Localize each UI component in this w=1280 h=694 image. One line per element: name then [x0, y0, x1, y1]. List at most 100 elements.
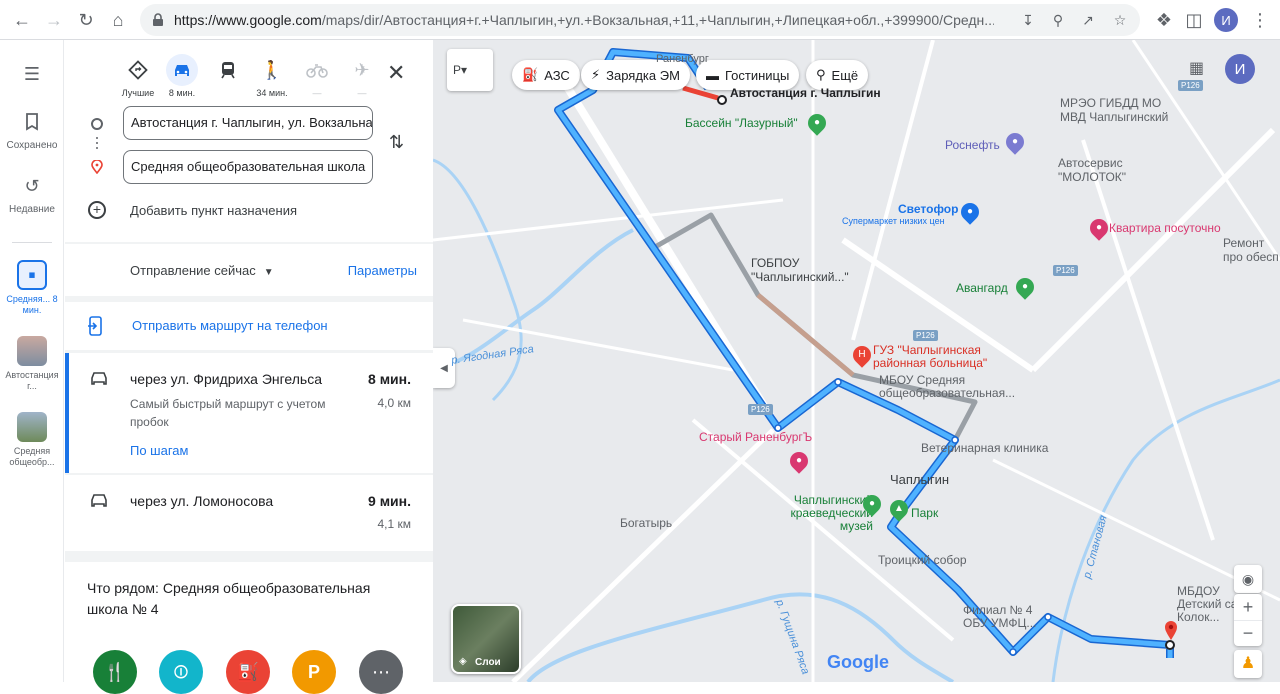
map-label-rosneft[interactable]: Роснефть: [945, 138, 1000, 152]
store-pin-icon[interactable]: ●: [1012, 274, 1038, 300]
parking-icon[interactable]: P: [292, 650, 336, 694]
place-thumbnail: [17, 412, 47, 442]
route-dots-icon: [96, 137, 98, 139]
map-label-hospital[interactable]: ГУЗ "Чаплыгинская районная больница": [873, 344, 1013, 370]
map-label-bogatyr[interactable]: Богатырь: [620, 516, 672, 530]
origin-circle-icon: [91, 118, 103, 130]
map-label-mreo[interactable]: МРЭО ГИБДД МО МВД Чаплыгинский: [1060, 96, 1180, 124]
sidepanel-icon[interactable]: ◫: [1182, 8, 1206, 32]
map-label-gobpou[interactable]: ГОБПОУ "Чаплыгинский...": [751, 256, 849, 284]
layers-label: Слои: [475, 657, 501, 668]
map-label-avangard[interactable]: Авангард: [956, 281, 1008, 295]
mode-car[interactable]: 8 мин.: [160, 54, 204, 98]
map-label-stary[interactable]: Старый РаненбургЪ: [699, 430, 812, 444]
map-label-pool[interactable]: Бассейн "Лазурный": [685, 116, 798, 130]
share-icon[interactable]: ↗: [1080, 12, 1096, 28]
params-link[interactable]: Параметры: [348, 263, 417, 278]
input-tools-button[interactable]: Р▾: [447, 49, 493, 91]
send-to-phone-link[interactable]: Отправить маршрут на телефон: [132, 318, 328, 333]
lodging-pin-icon[interactable]: ●: [1086, 215, 1112, 241]
route-title: через ул. Фридриха Энгельса: [130, 371, 323, 387]
home-icon[interactable]: ⌂: [106, 8, 130, 32]
route-option-2[interactable]: через ул. Ломоносова 9 мин. 4,1 км: [65, 475, 433, 551]
pool-pin-icon[interactable]: ●: [804, 110, 830, 136]
map-label-busstation[interactable]: Автостанция г. Чаплыгин: [730, 87, 881, 100]
map-label-mbou[interactable]: МБОУ Средняя общеобразовательная...: [879, 374, 1029, 400]
send-to-phone-card[interactable]: Отправить маршрут на телефон: [65, 302, 433, 350]
map-label-remont[interactable]: Ремонт про обесп: [1223, 236, 1280, 264]
zoom-in-icon[interactable]: +: [1234, 594, 1262, 620]
hospital-pin-icon[interactable]: H: [849, 342, 875, 368]
install-icon[interactable]: ↧: [1020, 12, 1036, 28]
map-label-vet[interactable]: Ветеринарная клиника: [921, 441, 1048, 455]
pegman-icon[interactable]: ♟: [1234, 650, 1262, 678]
history-item-busstation[interactable]: Автостанция г...: [0, 336, 64, 392]
map-label-filial[interactable]: Филиал № 4 ОБУ УМФЦ...: [963, 604, 1043, 630]
route-distance: 4,0 км: [377, 396, 411, 410]
reload-icon[interactable]: ↻: [74, 8, 98, 32]
restaurant-icon[interactable]: 🍴: [93, 650, 137, 694]
origin-input[interactable]: Автостанция г. Чаплыгин, ул. Вокзальная: [123, 106, 373, 140]
history-item-route[interactable]: ⏹ Средняя... 8 мин.: [0, 260, 64, 316]
route-steps-link[interactable]: По шагам: [130, 443, 188, 458]
bookmark-star-icon[interactable]: ☆: [1112, 12, 1128, 28]
search-icon: ⚲: [816, 67, 826, 82]
road-shield-r126: Р126: [748, 404, 773, 415]
map-canvas[interactable]: Р▾ ⛽ АЗС ⚡ Зарядка ЭМ ▬ Гостиницы ⚲ Ещё ▦ И …: [433, 40, 1280, 682]
address-bar[interactable]: https://www.google.com/maps/dir/Автостан…: [140, 4, 1140, 36]
layers-button[interactable]: ◈ Слои: [451, 604, 521, 674]
chip-gas[interactable]: ⛽ АЗС: [512, 60, 580, 90]
history-item-school[interactable]: Средняя общеобр...: [0, 412, 64, 468]
car-icon: ⏹: [17, 260, 47, 290]
destination-marker-icon[interactable]: [1164, 620, 1178, 645]
zoom-out-icon[interactable]: −: [1234, 620, 1262, 646]
directions-search-card: Лучшие 8 мин. 🚶 34 мин. — ✈ — ✕ Автостан…: [65, 40, 433, 242]
apps-grid-icon[interactable]: ▦: [1189, 58, 1204, 78]
destination-pin-icon: [91, 159, 103, 179]
car-icon: [166, 54, 198, 86]
map-label-autoservice[interactable]: Автосервис "МОЛОТОК": [1058, 156, 1138, 184]
shop-pin-icon[interactable]: ●: [957, 199, 983, 225]
mode-bike[interactable]: —: [295, 54, 339, 98]
menu-kebab-icon[interactable]: ⋮: [1248, 8, 1272, 32]
mode-best[interactable]: Лучшие: [116, 54, 160, 98]
swap-icon[interactable]: ⇅: [389, 132, 404, 153]
gas-station-icon[interactable]: ⛽: [226, 650, 270, 694]
forward-icon[interactable]: →: [42, 8, 66, 32]
hotel-pin-icon[interactable]: ●: [786, 448, 812, 474]
map-label-museum[interactable]: Чаплыгинский краеведческий музей: [763, 494, 873, 533]
mode-transit[interactable]: [206, 54, 250, 88]
depart-time-dropdown[interactable]: Отправление сейчас ▼: [130, 263, 274, 278]
lock-icon: [153, 13, 163, 26]
my-location-icon[interactable]: ◉: [1234, 565, 1262, 593]
recent-button[interactable]: ↺ Недавние: [0, 174, 64, 216]
extensions-icon[interactable]: ❖: [1152, 8, 1176, 32]
hotel-icon[interactable]: ⏼: [159, 650, 203, 694]
hamburger-icon: ☰: [23, 63, 41, 84]
destination-input[interactable]: Средняя общеобразовательная школа: [123, 150, 373, 184]
mode-flight[interactable]: ✈ —: [340, 54, 384, 99]
layers-icon: ◈: [459, 656, 467, 667]
map-label-troitsky[interactable]: Троицкий собор: [878, 553, 967, 567]
back-icon[interactable]: ←: [10, 8, 34, 32]
museum-pin-icon[interactable]: ●: [859, 491, 885, 517]
gas-pin-icon[interactable]: ●: [1002, 129, 1028, 155]
directions-panel: Лучшие 8 мин. 🚶 34 мин. — ✈ — ✕ Автостан…: [65, 40, 433, 694]
map-label-kvartira[interactable]: Квартира посуточно: [1109, 221, 1221, 235]
map-label-park[interactable]: Парк: [911, 506, 938, 520]
profile-avatar[interactable]: И: [1214, 8, 1238, 32]
saved-button[interactable]: Сохранено: [0, 110, 64, 151]
recent-label: Недавние: [9, 204, 55, 215]
close-icon[interactable]: ✕: [387, 60, 405, 86]
mode-walk[interactable]: 🚶 34 мин.: [250, 54, 294, 99]
map-profile-avatar[interactable]: И: [1225, 54, 1255, 84]
add-destination-button[interactable]: Добавить пункт назначения: [130, 203, 297, 218]
add-circle-icon[interactable]: +: [88, 201, 106, 219]
route-option-1[interactable]: через ул. Фридриха Энгельса 8 мин. Самый…: [65, 353, 433, 473]
park-pin-icon[interactable]: ▲: [886, 496, 912, 522]
more-icon[interactable]: ⋯: [359, 650, 403, 694]
zoom-icon[interactable]: ⚲: [1050, 12, 1066, 28]
road-shield-r126: Р126: [913, 330, 938, 341]
diamond-route-icon: [122, 54, 154, 86]
hamburger-menu[interactable]: ☰: [0, 62, 64, 92]
